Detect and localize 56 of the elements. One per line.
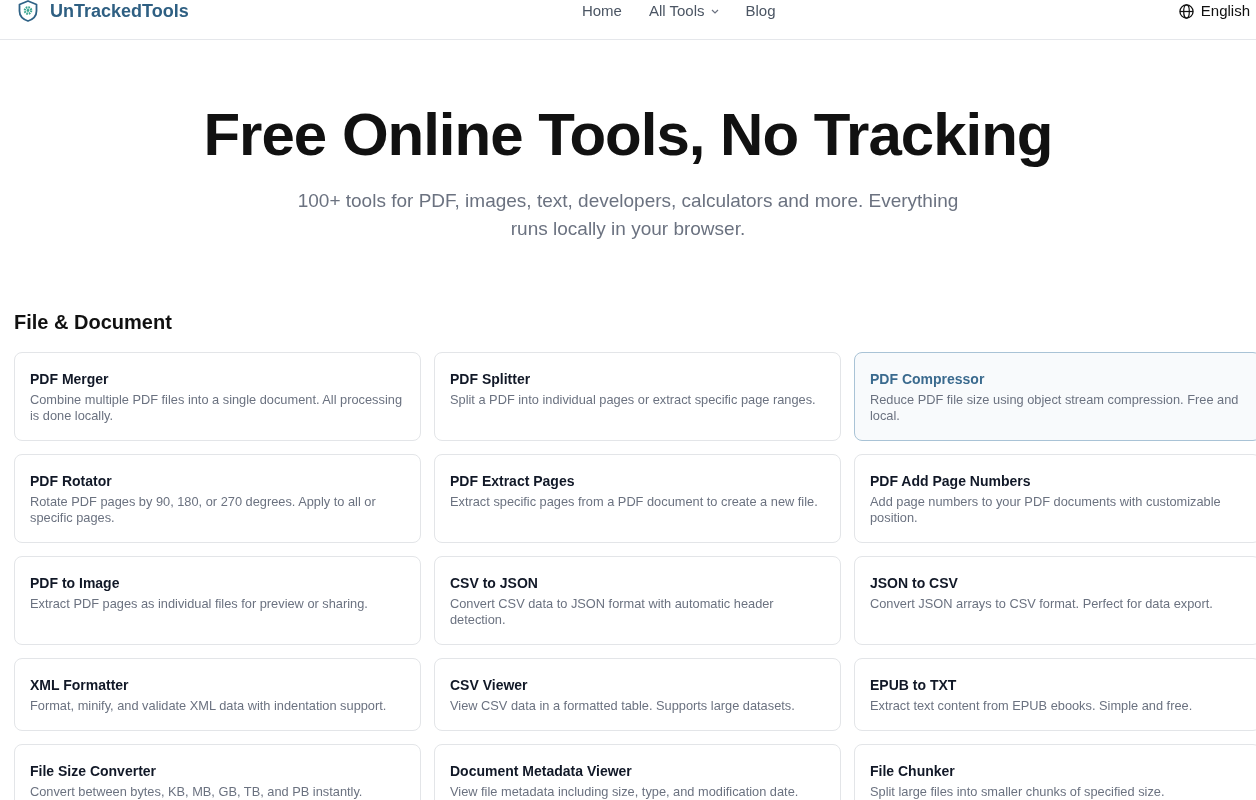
tool-title: PDF to Image (30, 574, 121, 592)
tool-title: PDF Merger (30, 370, 110, 388)
tool-card[interactable]: PDF Rotator Rotate PDF pages by 90, 180, or 270 degrees. Apply to all or specific pages. (14, 454, 421, 543)
tool-title: CSV to JSON (450, 574, 539, 592)
tool-description: Rotate PDF pages by 90, 180, or 270 degrees. Apply to all or specific pages. (30, 494, 377, 526)
tool-description: View CSV data in a formatted table. Supports large datasets. (450, 698, 796, 714)
tool-card[interactable]: PDF Splitter Split a PDF into individual pages or extract specific page ranges. (434, 352, 841, 441)
tool-title: File Chunker (870, 762, 956, 780)
tool-title: PDF Rotator (30, 472, 113, 490)
tool-title: XML Formatter (30, 676, 130, 694)
tool-title: PDF Splitter (450, 370, 532, 388)
globe-icon (1178, 3, 1194, 19)
shield-gear-icon (18, 0, 38, 22)
tool-description: Convert JSON arrays to CSV format. Perfect for data export. (870, 596, 1214, 612)
site-name-link[interactable]: UnTrackedTools (50, 0, 189, 22)
tool-description: View file metadata including size, type, and modification date. (450, 784, 800, 800)
hero-title: Free Online Tools, No Tracking (202, 102, 1054, 168)
tool-card[interactable]: PDF Merger Combine multiple PDF files into a single document. All processing is done locally. (14, 352, 421, 441)
tool-card[interactable]: Document Metadata Viewer View file metadata including size, type, and modification date. (434, 744, 841, 800)
tool-description: Add page numbers to your PDF documents with customizable position. (870, 494, 1222, 526)
tool-card[interactable]: File Chunker Split large files into smaller chunks of specified size. (854, 744, 1256, 800)
tool-title: EPUB to TXT (870, 676, 958, 694)
tool-description: Split a PDF into individual pages or extract specific page ranges. (450, 392, 817, 408)
tool-card[interactable]: CSV to JSON Convert CSV data to JSON format with automatic header detection. (434, 556, 841, 645)
tool-title: JSON to CSV (870, 574, 959, 592)
tool-description: Convert between bytes, KB, MB, GB, TB, and PB instantly. (30, 784, 364, 800)
tool-description: Extract text content from EPUB ebooks. Simple and free. (870, 698, 1194, 714)
tool-description: Extract specific pages from a PDF document to create a new file. (450, 494, 819, 510)
tool-card[interactable]: JSON to CSV Convert JSON arrays to CSV format. Perfect for data export. (854, 556, 1256, 645)
caret-icon (710, 8, 719, 14)
nav-link[interactable]: Home (581, 0, 622, 22)
hero-subtitle: 100+ tools for PDF, images, text, developers, calculators and more. Everything runs locally in your browser. (296, 189, 960, 241)
tool-title: CSV Viewer (450, 676, 529, 694)
tool-card[interactable]: PDF Compressor Reduce PDF file size using object stream compression. Free and local. (854, 352, 1256, 441)
tool-title: Document Metadata Viewer (450, 762, 633, 780)
tool-card[interactable]: PDF Add Page Numbers Add page numbers to your PDF documents with customizable position. (854, 454, 1256, 543)
tool-card[interactable]: PDF to Image Extract PDF pages as individual files for preview or sharing. (14, 556, 421, 645)
nav-dropdown[interactable]: All Tools (648, 0, 719, 22)
tool-title: PDF Extract Pages (450, 472, 576, 490)
tool-description: Convert CSV data to JSON format with automatic header detection. (450, 596, 775, 628)
tool-card[interactable]: PDF Extract Pages Extract specific pages from a PDF document to create a new file. (434, 454, 841, 543)
tool-title: File Size Converter (30, 762, 158, 780)
language-button[interactable]: English (1178, 0, 1250, 22)
tool-card[interactable]: XML Formatter Format, minify, and validate XML data with indentation support. (14, 658, 421, 731)
tool-title: PDF Add Page Numbers (870, 472, 1032, 490)
tool-description: Extract PDF pages as individual files for preview or sharing. (30, 596, 369, 612)
tool-description: Format, minify, and validate XML data with indentation support. (30, 698, 388, 714)
tool-description: Combine multiple PDF files into a single document. All processing is done locally. (30, 392, 403, 424)
tool-title: PDF Compressor (870, 370, 986, 388)
tool-card[interactable]: EPUB to TXT Extract text content from EPUB ebooks. Simple and free. (854, 658, 1256, 731)
tool-card[interactable]: File Size Converter Convert between bytes, KB, MB, GB, TB, and PB instantly. (14, 744, 421, 800)
section-heading: File & Document (14, 310, 173, 335)
tool-card[interactable]: CSV Viewer View CSV data in a formatted table. Supports large datasets. (434, 658, 841, 731)
tool-description: Split large files into smaller chunks of specified size. (870, 784, 1166, 800)
nav-link[interactable]: Blog (745, 0, 776, 22)
tool-description: Reduce PDF file size using object stream compression. Free and local. (870, 392, 1240, 424)
